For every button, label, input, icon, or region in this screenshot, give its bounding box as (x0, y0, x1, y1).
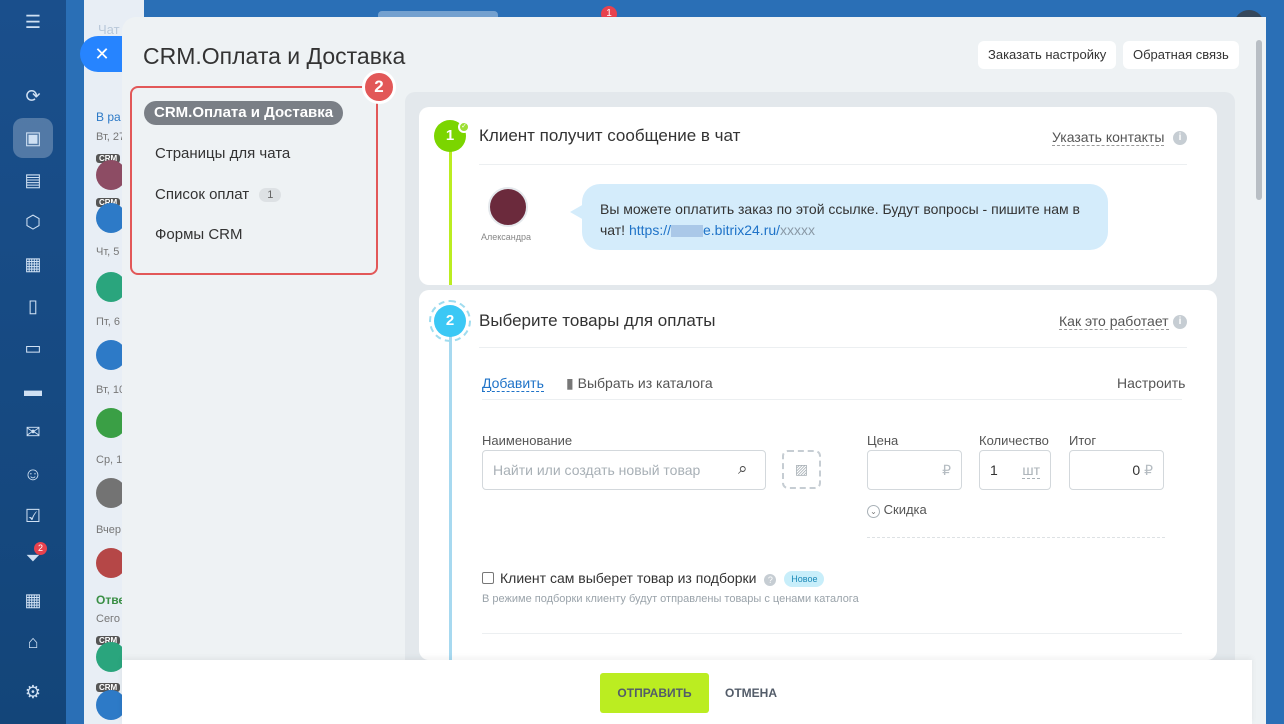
chat-header: Чат (98, 22, 120, 37)
new-badge: Новое (784, 571, 825, 587)
hexagon-icon[interactable]: ⬡ (21, 210, 45, 234)
divider (482, 633, 1182, 634)
product-image-upload[interactable]: ▨ (782, 450, 821, 489)
activity-icon[interactable]: ⟳ (21, 84, 45, 108)
help-icon[interactable]: ? (764, 574, 777, 586)
close-slider-button[interactable]: ✕ (80, 36, 124, 72)
scrollbar[interactable] (1256, 40, 1262, 200)
sender-name: Александра (481, 232, 532, 242)
board-icon[interactable]: ▭ (21, 336, 45, 360)
select-from-catalog-button[interactable]: ▮ Выбрать из каталога (566, 375, 713, 392)
chat-list-date: Вчер (96, 524, 121, 536)
page-title: CRM.Оплата и Доставка (143, 43, 406, 69)
schedule-icon[interactable]: ▦ (21, 588, 45, 612)
configure-link[interactable]: Настроить (1117, 375, 1185, 391)
step2-circle: 2 (434, 305, 466, 337)
chevron-down-icon: ⌄ (867, 505, 880, 518)
info-icon[interactable]: i (1173, 315, 1187, 329)
unit-selector[interactable]: шт (1022, 462, 1040, 479)
sender-avatar (488, 187, 528, 227)
menu-item-label: Список оплат (155, 186, 250, 203)
client-choice-hint: В режиме подборки клиенту будут отправле… (482, 593, 859, 605)
order-setup-button[interactable]: Заказать настройку (978, 41, 1117, 69)
cancel-button[interactable]: ОТМЕНА (725, 686, 777, 700)
name-label: Наименование (482, 433, 573, 448)
feedback-button[interactable]: Обратная связь (1123, 41, 1239, 69)
menu-item-chat-pages[interactable]: Страницы для чата (155, 145, 290, 162)
dashed-divider (867, 537, 1165, 538)
rail-notification-badge: 2 (34, 542, 47, 555)
left-rail: ☰ ⟳ ▣ ▤ ⬡ ▦ ▯ ▭ ▬ ✉ ☺ ☑ ⏷ 2 ▦ ⌂ ⚙ (0, 0, 66, 724)
message-bubble: Вы можете оплатить заказ по этой ссылке.… (582, 184, 1108, 250)
document-icon[interactable]: ▯ (21, 294, 45, 318)
add-product-link[interactable]: Добавить (482, 375, 544, 392)
tasks-icon[interactable]: ☑ (21, 504, 45, 528)
menu-icon[interactable]: ☰ (21, 10, 45, 34)
users-icon[interactable]: ☺ (21, 462, 45, 486)
divider (479, 347, 1187, 348)
divider (479, 164, 1187, 165)
search-icon[interactable]: ⌕ (738, 459, 748, 479)
send-button[interactable]: ОТПРАВИТЬ (600, 673, 709, 713)
info-icon[interactable]: i (1173, 131, 1187, 145)
chat-list-date: Вт, 10 (96, 384, 126, 396)
mail-icon[interactable]: ✉ (21, 420, 45, 444)
store-icon[interactable]: ⌂ (21, 630, 45, 654)
settings-gear-icon[interactable]: ⚙ (21, 680, 45, 704)
menu-item-crm-forms[interactable]: Формы CRM (155, 226, 243, 243)
feed-icon[interactable]: ▤ (21, 168, 45, 192)
specify-contacts-link[interactable]: Указать контакты (1052, 129, 1165, 146)
chat-list-date: Чт, 5 (96, 246, 120, 258)
client-choice-option[interactable]: Клиент сам выберет товар из подборки ? Н… (482, 570, 825, 587)
step1-line (449, 150, 452, 285)
quantity-input[interactable]: 1 шт (979, 450, 1051, 490)
chat-list-date: Ср, 1 (96, 454, 123, 466)
product-search-input[interactable]: Найти или создать новый товар (482, 450, 766, 490)
discount-toggle[interactable]: ⌄ Скидка (867, 502, 927, 518)
step2-line (449, 336, 452, 660)
annotation-number-badge: 2 (362, 70, 396, 104)
step1-title: Клиент получит сообщение в чат (479, 126, 741, 145)
book-icon: ▮ (566, 375, 574, 391)
image-icon: ▨ (794, 461, 809, 477)
menu-item-payment-list[interactable]: Список оплат 1 (155, 186, 282, 203)
how-it-works-link[interactable]: Как это работает (1059, 313, 1169, 330)
client-choice-checkbox[interactable] (482, 572, 494, 584)
calendar-icon[interactable]: ▦ (21, 252, 45, 276)
chat-list-date: Пт, 6 (96, 316, 120, 328)
total-label: Итог (1069, 433, 1097, 448)
card-icon[interactable]: ▬ (21, 378, 45, 402)
chat-list-date: Сего (96, 613, 120, 625)
check-icon: ✓ (458, 121, 470, 133)
quantity-label: Количество (979, 433, 1049, 448)
close-icon: ✕ (94, 44, 110, 64)
divider (482, 399, 1182, 400)
chat-list-section: Отве (96, 593, 126, 607)
step2-title: Выберите товары для оплаты (479, 311, 716, 330)
blurred-subdomain (671, 225, 703, 238)
price-input[interactable]: ₽ (867, 450, 962, 490)
chat-list-date: Вт, 27 (96, 131, 126, 143)
count-badge: 1 (259, 188, 282, 203)
payment-link[interactable]: https://e.bitrix24.ru/xxxxx (629, 222, 815, 238)
chat-icon[interactable]: ▣ (21, 126, 45, 150)
chat-list-section: В ра (96, 110, 121, 124)
total-value: 0 ₽ (1069, 450, 1164, 490)
menu-item-crm-payment[interactable]: CRM.Оплата и Доставка (144, 101, 344, 125)
price-label: Цена (867, 433, 899, 448)
